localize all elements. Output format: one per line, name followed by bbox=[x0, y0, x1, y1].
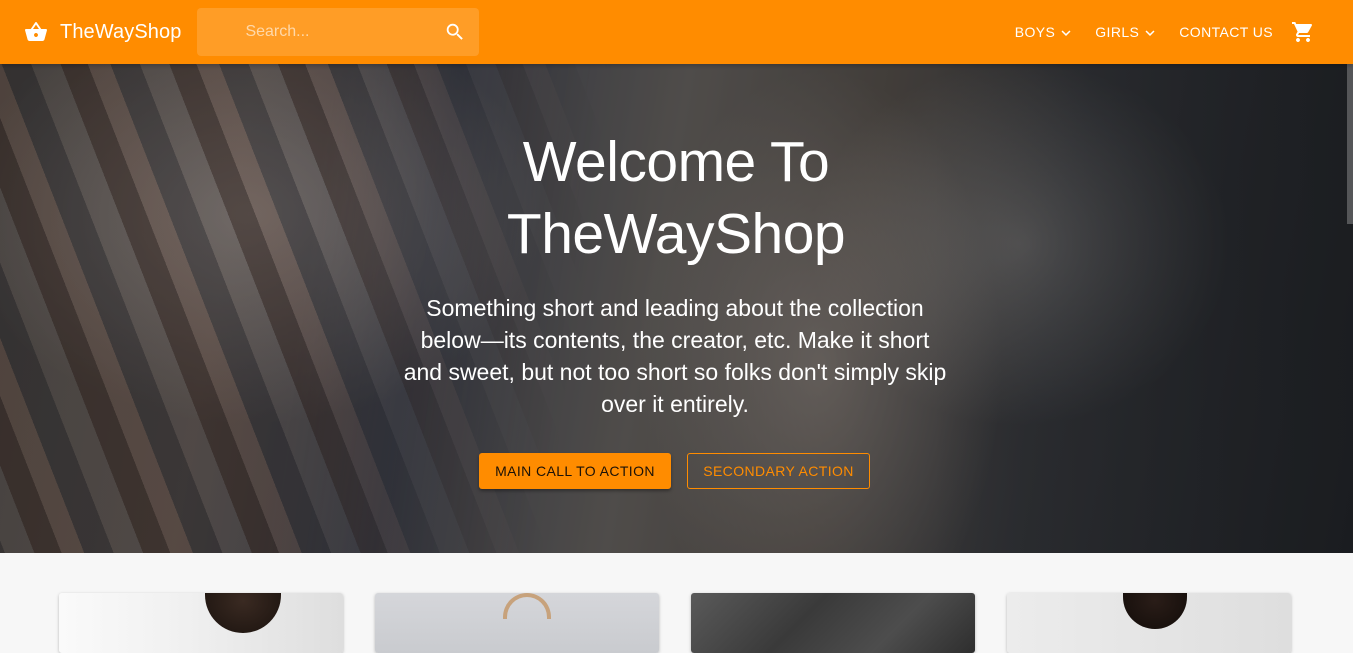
search-box bbox=[197, 8, 480, 56]
nav-item-boys[interactable]: BOYS bbox=[1015, 14, 1076, 50]
search-icon[interactable] bbox=[443, 20, 467, 44]
product-image bbox=[205, 593, 281, 633]
hero-section: Welcome To TheWayShop Something short an… bbox=[0, 64, 1353, 553]
hero-title-line-1: Welcome To bbox=[522, 130, 830, 194]
secondary-action-button[interactable]: SECONDARY ACTION bbox=[687, 453, 870, 489]
app-bar: TheWayShop BOYS GIRLS CONTACT US bbox=[0, 0, 1353, 64]
hero-description: Something short and leading about the co… bbox=[403, 295, 947, 417]
nav-item-label: CONTACT US bbox=[1179, 24, 1273, 40]
scrollbar[interactable] bbox=[1347, 64, 1353, 224]
nav-item-girls[interactable]: GIRLS bbox=[1095, 14, 1159, 50]
main-call-to-action-button[interactable]: MAIN CALL TO ACTION bbox=[479, 453, 671, 489]
brand[interactable]: TheWayShop bbox=[24, 20, 181, 44]
product-card[interactable] bbox=[375, 593, 659, 653]
brand-name: TheWayShop bbox=[60, 20, 182, 43]
nav-item-label: BOYS bbox=[1014, 24, 1056, 40]
product-image bbox=[503, 593, 551, 619]
nav-item-label: GIRLS bbox=[1095, 24, 1140, 40]
product-card[interactable] bbox=[691, 593, 975, 653]
chevron-down-icon bbox=[1057, 24, 1075, 42]
shopping-cart-icon[interactable] bbox=[1291, 20, 1315, 44]
product-cards bbox=[0, 553, 1353, 653]
main-nav: BOYS GIRLS CONTACT US bbox=[1015, 14, 1315, 50]
hero-title: Welcome To TheWayShop bbox=[426, 126, 926, 270]
hero-title-line-2: TheWayShop bbox=[506, 202, 846, 266]
product-image bbox=[1123, 593, 1187, 629]
product-card[interactable] bbox=[59, 593, 343, 653]
search-input[interactable] bbox=[197, 8, 480, 56]
nav-item-contact-us[interactable]: CONTACT US bbox=[1179, 14, 1273, 50]
shopping-basket-icon bbox=[24, 20, 48, 44]
chevron-down-icon bbox=[1141, 24, 1159, 42]
product-card[interactable] bbox=[1007, 593, 1291, 653]
